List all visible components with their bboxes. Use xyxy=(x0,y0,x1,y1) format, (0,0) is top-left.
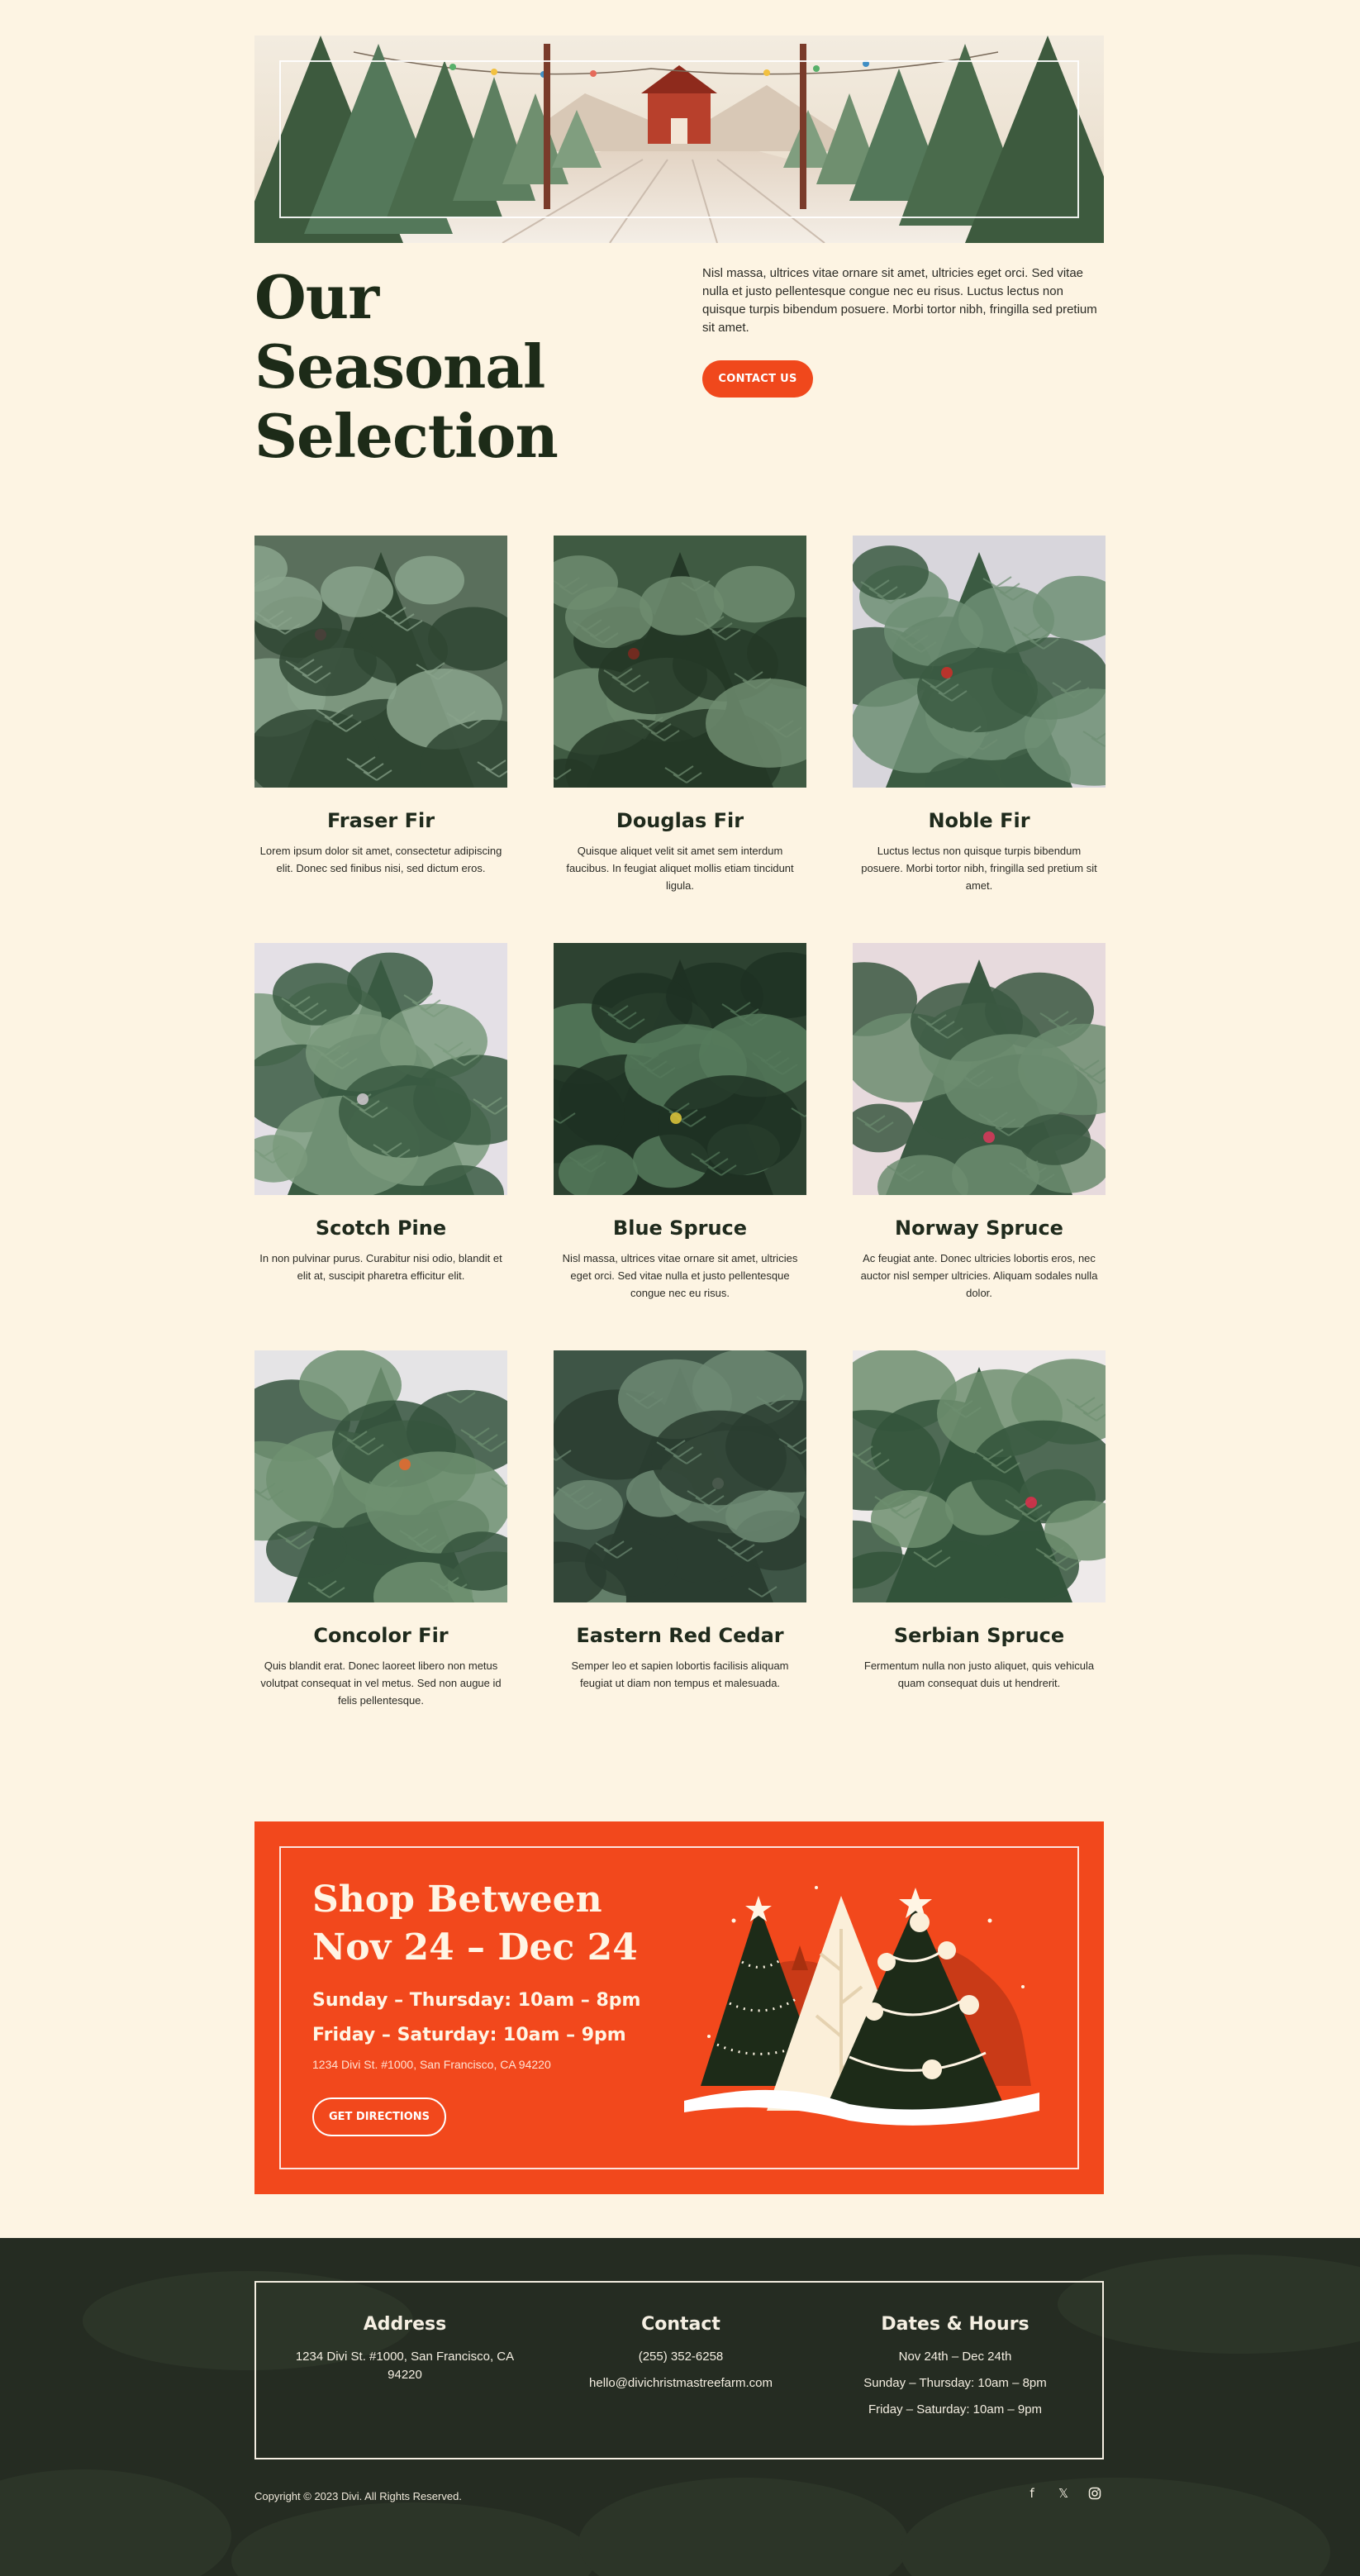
tree-description: Semper leo et sapien lobortis facilisis … xyxy=(571,1659,789,1689)
tree-description: Quisque aliquet velit sit amet sem inter… xyxy=(566,845,794,892)
tree-name: Noble Fir xyxy=(928,809,1030,832)
get-directions-button[interactable]: GET DIRECTIONS xyxy=(312,2097,446,2136)
instagram-icon[interactable] xyxy=(1087,2486,1102,2501)
social-links: f 𝕏 xyxy=(1025,2486,1102,2501)
tree-card: Scotch Pine In non pulvinar purus. Curabi… xyxy=(254,943,507,1284)
shop-hours-weekend: Friday – Saturday: 10am – 9pm xyxy=(312,2025,626,2045)
footer-contact-column: Contact (255) 352-6258 hello@divichristm… xyxy=(557,2314,805,2393)
tree-name: Norway Spruce xyxy=(895,1217,1063,1240)
tree-name: Scotch Pine xyxy=(315,1217,447,1240)
footer-address-title: Address xyxy=(363,2314,447,2335)
facebook-icon[interactable]: f xyxy=(1025,2486,1039,2501)
contact-us-button[interactable]: CONTACT US xyxy=(702,360,813,398)
footer-contact-title: Contact xyxy=(641,2314,720,2335)
tree-description: In non pulvinar purus. Curabitur nisi od… xyxy=(259,1252,502,1282)
tree-photo xyxy=(254,943,507,1195)
tree-name: Blue Spruce xyxy=(612,1217,748,1240)
hero-description: Nisl massa, ultrices vitae ornare sit am… xyxy=(702,266,1097,335)
footer-address-column: Address 1234 Divi St. #1000, San Francis… xyxy=(281,2314,529,2384)
shop-banner: Shop Between Nov 24 – Dec 24 Sunday – Th… xyxy=(254,1821,1104,2194)
tree-name: Eastern Red Cedar xyxy=(576,1624,784,1647)
tree-description: Lorem ipsum dolor sit amet, consectetur … xyxy=(259,845,502,874)
tree-card: Blue Spruce Nisl massa, ultrices vitae or… xyxy=(554,943,806,1302)
footer-hours-weekend: Friday – Saturday: 10am – 9pm xyxy=(868,2402,1043,2416)
hero-banner-image xyxy=(254,36,1104,243)
tree-description: Luctus lectus non quisque turpis bibendu… xyxy=(861,845,1097,892)
footer-hours-weekday: Sunday – Thursday: 10am – 8pm xyxy=(863,2376,1047,2390)
x-icon[interactable]: 𝕏 xyxy=(1056,2486,1071,2501)
tree-card: Fraser Fir Lorem ipsum dolor sit amet, co… xyxy=(254,536,507,877)
footer-hours-title: Dates & Hours xyxy=(881,2314,1030,2335)
footer-phone[interactable]: (255) 352-6258 xyxy=(557,2348,805,2366)
footer-address: 1234 Divi St. #1000, San Francisco, CA 9… xyxy=(295,2350,515,2382)
hero-frame xyxy=(279,60,1079,218)
tree-card: Eastern Red Cedar Semper leo et sapien lo… xyxy=(554,1350,806,1692)
tree-name: Serbian Spruce xyxy=(893,1624,1065,1647)
tree-description: Nisl massa, ultrices vitae ornare sit am… xyxy=(562,1252,798,1299)
tree-card: Serbian Spruce Fermentum nulla non justo … xyxy=(853,1350,1106,1692)
tree-description: Ac feugiat ante. Donec ultricies loborti… xyxy=(860,1252,1098,1299)
page-title: Our Seasonal Selection xyxy=(254,262,559,471)
footer-email[interactable]: hello@divichristmastreefarm.com xyxy=(557,2374,805,2393)
tree-photo xyxy=(254,536,507,788)
tree-name: Concolor Fir xyxy=(313,1624,449,1647)
tree-name: Douglas Fir xyxy=(616,809,744,832)
christmas-trees-illustration xyxy=(684,1886,1039,2126)
footer-info-box: Address 1234 Divi St. #1000, San Francis… xyxy=(254,2281,1104,2459)
tree-card: Douglas Fir Quisque aliquet velit sit ame… xyxy=(554,536,806,894)
tree-description: Quis blandit erat. Donec laoreet libero … xyxy=(260,1659,502,1707)
tree-photo xyxy=(853,943,1106,1195)
tree-name: Fraser Fir xyxy=(326,809,435,832)
shop-hours-weekday: Sunday – Thursday: 10am – 8pm xyxy=(312,1990,641,2011)
tree-card: Noble Fir Luctus lectus non quisque turpi… xyxy=(853,536,1106,894)
footer-dates: Nov 24th – Dec 24th xyxy=(898,2350,1012,2364)
tree-card: Norway Spruce Ac feugiat ante. Donec ultr… xyxy=(853,943,1106,1302)
footer-hours-column: Dates & Hours Nov 24th – Dec 24th Sunday… xyxy=(831,2314,1079,2419)
tree-card: Concolor Fir Quis blandit erat. Donec lao… xyxy=(254,1350,507,1709)
copyright: Copyright © 2023 Divi. All Rights Reserv… xyxy=(254,2490,462,2502)
tree-photo xyxy=(554,943,806,1195)
page: Our Seasonal Selection Nisl massa, ultri… xyxy=(0,0,1360,2576)
tree-description: Fermentum nulla non justo aliquet, quis … xyxy=(863,1659,1095,1689)
tree-photo xyxy=(254,1350,507,1602)
shop-title: Shop Between Nov 24 – Dec 24 xyxy=(312,1878,638,1969)
tree-photo xyxy=(554,1350,806,1602)
tree-photo xyxy=(853,536,1106,788)
tree-photo xyxy=(853,1350,1106,1602)
tree-photo xyxy=(554,536,806,788)
footer: Address 1234 Divi St. #1000, San Francis… xyxy=(0,2238,1360,2576)
shop-address: 1234 Divi St. #1000, San Francisco, CA 9… xyxy=(312,2058,551,2071)
